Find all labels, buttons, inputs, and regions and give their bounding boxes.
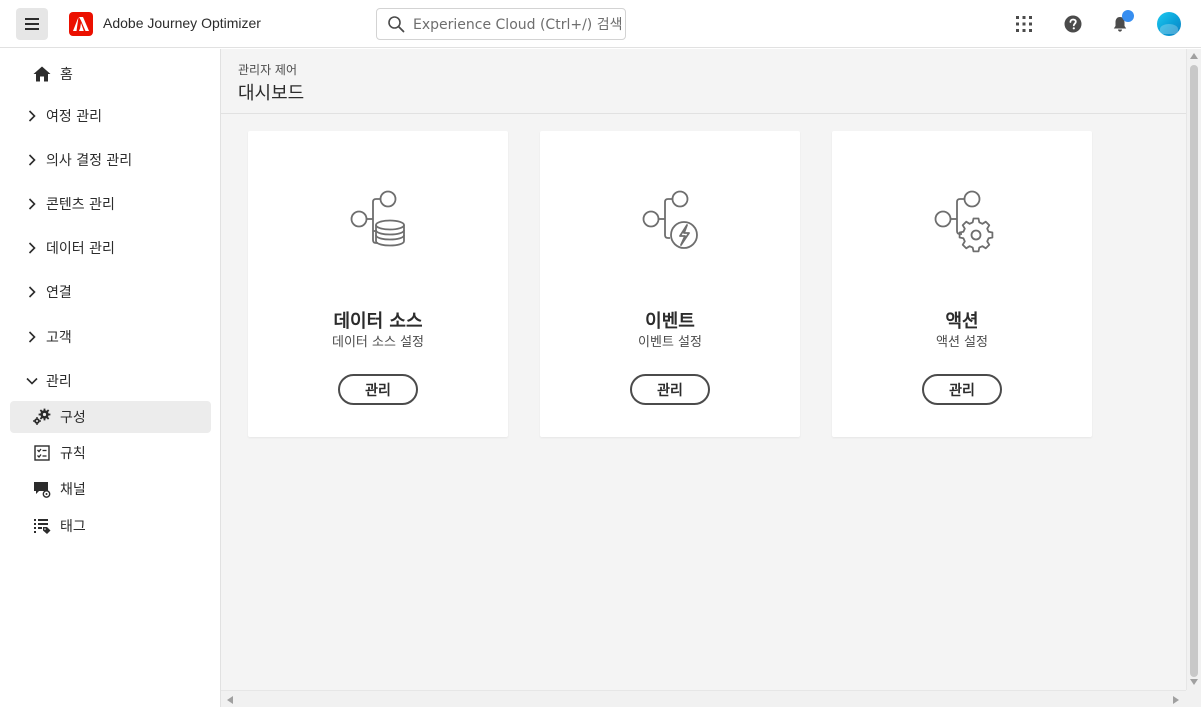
sidebar-item-content-management[interactable]: 콘텐츠 관리: [10, 188, 211, 220]
channel-icon: [32, 479, 52, 499]
card-subtitle: 액션 설정: [936, 335, 988, 350]
adobe-logo-icon[interactable]: [69, 12, 93, 36]
card-events: 이벤트 이벤트 설정 관리: [540, 131, 800, 437]
help-icon: [1064, 15, 1082, 33]
sidebar-item-channels[interactable]: 채널: [10, 473, 211, 505]
sidebar-item-home[interactable]: 홈: [10, 58, 211, 90]
rules-icon: [32, 443, 52, 463]
card-data-sources: 데이터 소스 데이터 소스 설정 관리: [248, 131, 508, 437]
search-input[interactable]: Experience Cloud (Ctrl+/) 검색: [376, 8, 626, 40]
sidebar-item-journey-management[interactable]: 여정 관리: [10, 100, 211, 132]
action-icon: [934, 190, 994, 253]
gears-icon: [32, 407, 52, 427]
search-icon: [388, 16, 405, 33]
chevron-right-icon: [26, 242, 38, 254]
manage-events-button[interactable]: 관리: [630, 374, 710, 405]
notifications-button[interactable]: [1108, 10, 1134, 36]
page-header: 관리자 제어 대시보드: [221, 49, 1186, 114]
vertical-scroll-thumb[interactable]: [1190, 65, 1198, 677]
horizontal-scrollbar[interactable]: [221, 690, 1186, 707]
app-title[interactable]: Adobe Journey Optimizer: [103, 15, 261, 31]
scroll-left-icon[interactable]: [227, 696, 233, 704]
chevron-right-icon: [26, 110, 38, 122]
menu-button[interactable]: [16, 8, 48, 40]
breadcrumb[interactable]: 관리자 제어: [238, 61, 297, 78]
user-avatar[interactable]: [1157, 12, 1181, 36]
sidebar-item-customers[interactable]: 고객: [10, 321, 211, 353]
sidebar-item-tags[interactable]: 태그: [10, 510, 211, 542]
scroll-up-icon[interactable]: [1190, 53, 1198, 59]
scrollbar-corner: [1186, 690, 1201, 707]
main-content: 관리자 제어 대시보드 데이터 소스 데이터 소스 설정 관리 이벤트 이벤트 …: [221, 49, 1186, 690]
sidebar: 홈 여정 관리 의사 결정 관리 콘텐츠 관리 데이터 관리 연결 고객 관리 …: [0, 49, 221, 707]
vertical-scrollbar[interactable]: [1186, 49, 1201, 690]
home-icon: [32, 64, 52, 84]
page-title: 대시보드: [238, 83, 305, 104]
sidebar-item-decision-management[interactable]: 의사 결정 관리: [10, 144, 211, 176]
sidebar-item-connections[interactable]: 연결: [10, 276, 211, 308]
help-button[interactable]: [1061, 12, 1085, 36]
sidebar-item-data-management[interactable]: 데이터 관리: [10, 232, 211, 264]
sidebar-item-administration[interactable]: 관리: [10, 365, 211, 397]
manage-data-sources-button[interactable]: 관리: [338, 374, 418, 405]
card-subtitle: 이벤트 설정: [638, 335, 702, 350]
notification-badge: [1122, 10, 1134, 22]
hamburger-icon: [25, 18, 39, 30]
card-actions: 액션 액션 설정 관리: [832, 131, 1092, 437]
top-bar: Adobe Journey Optimizer Experience Cloud…: [0, 0, 1201, 48]
search-placeholder: Experience Cloud (Ctrl+/) 검색: [413, 17, 623, 33]
manage-actions-button[interactable]: 관리: [922, 374, 1002, 405]
chevron-right-icon: [26, 331, 38, 343]
data-source-icon: [350, 190, 405, 247]
event-icon: [642, 190, 698, 249]
card-title: 이벤트: [645, 311, 695, 332]
card-title: 데이터 소스: [333, 311, 423, 332]
chevron-right-icon: [26, 154, 38, 166]
apps-button[interactable]: [1012, 12, 1036, 36]
scroll-down-icon[interactable]: [1190, 679, 1198, 685]
chevron-down-icon: [26, 375, 38, 387]
card-subtitle: 데이터 소스 설정: [332, 335, 424, 350]
scroll-right-icon[interactable]: [1173, 696, 1179, 704]
card-title: 액션: [945, 311, 979, 332]
tag-icon: [32, 516, 52, 536]
sidebar-item-rules[interactable]: 규칙: [10, 437, 211, 469]
apps-grid-icon: [1016, 16, 1032, 32]
chevron-right-icon: [26, 286, 38, 298]
chevron-right-icon: [26, 198, 38, 210]
sidebar-item-configuration[interactable]: 구성: [10, 401, 211, 433]
